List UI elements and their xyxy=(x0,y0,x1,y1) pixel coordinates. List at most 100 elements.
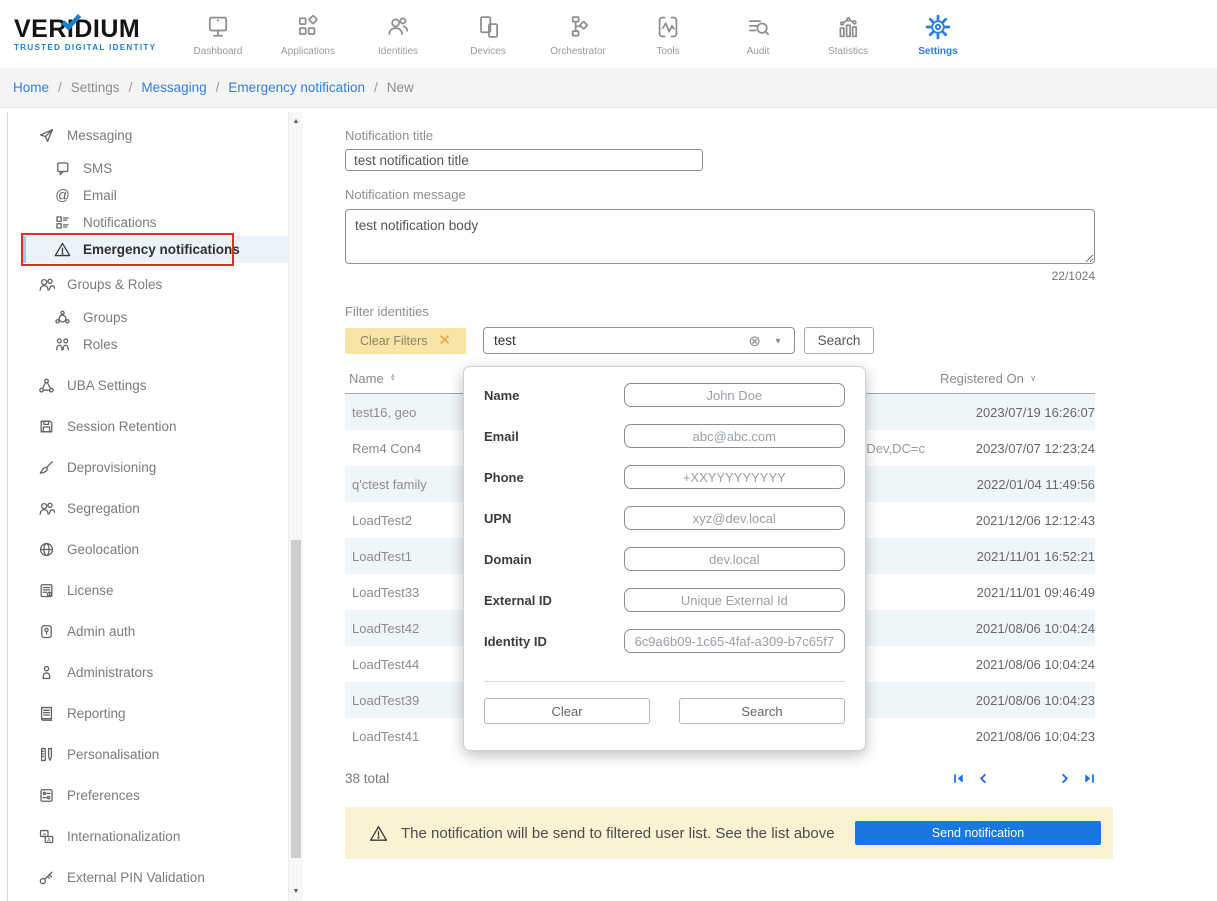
filter-field-input-domain[interactable] xyxy=(623,547,845,571)
panel-actions: Clear Search xyxy=(484,698,845,724)
sidebar: Messaging SMS @ Email Notifications Emer… xyxy=(7,112,303,901)
previous-page-button[interactable] xyxy=(978,773,989,784)
next-page-button[interactable] xyxy=(1059,773,1070,784)
scrollbar-thumb[interactable] xyxy=(291,540,301,858)
sidebar-item-groups[interactable]: Groups xyxy=(8,304,289,331)
breadcrumb: / Home / Settings / Messaging / Emergenc… xyxy=(0,68,1217,108)
translate-icon: жA xyxy=(38,828,55,845)
filter-field-input-email[interactable] xyxy=(623,424,845,448)
clear-filters-chip[interactable]: Clear Filters ✕ xyxy=(345,327,466,354)
filter-field-row: External ID xyxy=(484,588,845,612)
sidebar-item-uba-settings[interactable]: UBA Settings xyxy=(8,372,289,399)
identity-name-cell: LoadTest33 xyxy=(352,584,420,600)
nav-item-label: Applications xyxy=(281,46,335,57)
sidebar-item-reporting[interactable]: Reporting xyxy=(8,700,289,727)
sidebar-item-label: Emergency notifications xyxy=(83,242,240,257)
last-page-button[interactable] xyxy=(1084,773,1095,784)
sidebar-item-license[interactable]: License xyxy=(8,577,289,604)
registered-on-cell: 2021/12/06 12:12:43 xyxy=(975,512,1095,528)
sidebar-item-administrators[interactable]: Administrators xyxy=(8,659,289,686)
sidebar-item-personalisation[interactable]: Personalisation xyxy=(8,741,289,768)
filter-field-input-phone[interactable] xyxy=(623,465,845,489)
clear-filters-label: Clear Filters xyxy=(360,333,428,348)
orchestrator-icon xyxy=(564,11,592,41)
nav-item-devices[interactable]: Devices xyxy=(458,11,518,57)
chip-close-icon[interactable]: ✕ xyxy=(438,333,451,348)
sidebar-scrollbar[interactable]: ▲ ▼ xyxy=(288,112,303,901)
send-notification-button[interactable]: Send notification xyxy=(855,821,1101,845)
sidebar-item-sms[interactable]: SMS xyxy=(8,155,289,182)
filter-field-input-name[interactable] xyxy=(623,383,845,407)
sidebar-item-label: Groups xyxy=(83,310,128,325)
nav-item-dashboard[interactable]: Dashboard xyxy=(188,11,248,57)
identity-name-cell: test16, geo xyxy=(352,404,417,420)
notification-message-textarea[interactable]: test notification body xyxy=(345,209,1095,264)
nav-item-identities[interactable]: Identities xyxy=(368,11,428,57)
registered-on-column-header[interactable]: Registered On ∨ xyxy=(925,371,1095,386)
sidebar-item-admin-auth[interactable]: Admin auth xyxy=(8,618,289,645)
warning-icon xyxy=(369,824,388,843)
nav-item-statistics[interactable]: Statistics xyxy=(818,11,878,57)
nav-item-label: Audit xyxy=(746,46,770,57)
sidebar-item-deprovisioning[interactable]: Deprovisioning xyxy=(8,454,289,481)
identity-name-cell: LoadTest44 xyxy=(352,656,420,672)
breadcrumb-item-home[interactable]: Home xyxy=(13,80,49,95)
name-column-header[interactable]: Name ▲ ▼ xyxy=(345,371,467,386)
sidebar-item-label: Reporting xyxy=(67,706,126,721)
filter-field-input-upn[interactable] xyxy=(623,506,845,530)
filter-field-label-domain: Domain xyxy=(484,551,532,567)
filter-field-input-identity-id[interactable] xyxy=(623,629,845,653)
sidebar-item-label: Email xyxy=(83,188,117,203)
paper-plane-icon xyxy=(38,127,55,144)
audit-icon xyxy=(744,11,772,41)
network-icon xyxy=(38,377,55,394)
sidebar-item-label: Roles xyxy=(83,337,118,352)
sidebar-item-external-pin-validation[interactable]: External PIN Validation xyxy=(8,864,289,891)
sidebar-item-session-retention[interactable]: Session Retention xyxy=(8,413,289,440)
sidebar-item-internationalization[interactable]: жA Internationalization xyxy=(8,823,289,850)
brand-logo[interactable]: VERIDIUM TRUSTED DIGITAL IDENTITY xyxy=(14,13,160,52)
roles-icon xyxy=(54,336,71,353)
filter-field-input-external-id[interactable] xyxy=(623,588,845,612)
sidebar-item-segregation[interactable]: Segregation xyxy=(8,495,289,522)
nav-item-audit[interactable]: Audit xyxy=(728,11,788,57)
identity-filter-panel: Name Email Phone UPN Domain External ID … xyxy=(463,366,866,751)
sidebar-item-notifications[interactable]: Notifications xyxy=(8,209,289,236)
sidebar-item-geolocation[interactable]: Geolocation xyxy=(8,536,289,563)
sidebar-item-groups-roles[interactable]: Groups & Roles xyxy=(8,271,289,298)
sidebar-item-messaging[interactable]: Messaging xyxy=(8,122,289,149)
panel-clear-button[interactable]: Clear xyxy=(484,698,650,724)
person-icon xyxy=(38,664,55,681)
first-page-button[interactable] xyxy=(953,773,964,784)
nav-item-tools[interactable]: Tools xyxy=(638,11,698,57)
sidebar-item-email[interactable]: @ Email xyxy=(8,182,289,209)
breadcrumb-item-emergency-notification[interactable]: Emergency notification xyxy=(228,80,365,95)
panel-search-button[interactable]: Search xyxy=(679,698,845,724)
sidebar-item-emergency-notifications[interactable]: Emergency notifications xyxy=(21,233,289,266)
sidebar-item-label: Segregation xyxy=(67,501,140,516)
character-counter: 22/1024 xyxy=(1051,269,1095,283)
people-icon xyxy=(38,276,55,293)
dropdown-caret-icon[interactable]: ▼ xyxy=(774,336,782,345)
svg-text:A: A xyxy=(47,837,51,843)
sidebar-item-label: Admin auth xyxy=(67,624,136,639)
scrollbar-up-icon[interactable]: ▲ xyxy=(289,118,303,125)
breadcrumb-item-messaging[interactable]: Messaging xyxy=(141,80,206,95)
filter-field-row: Phone xyxy=(484,465,845,489)
scrollbar-down-icon[interactable]: ▼ xyxy=(289,888,303,895)
search-button[interactable]: Search xyxy=(803,327,874,354)
sidebar-item-preferences[interactable]: Preferences xyxy=(8,782,289,809)
registered-on-cell: 2022/01/04 11:49:56 xyxy=(976,476,1095,492)
sort-icon[interactable]: ▲ ▼ xyxy=(390,373,396,383)
nav-item-applications[interactable]: Applications xyxy=(278,11,338,57)
sidebar-item-roles[interactable]: Roles xyxy=(8,331,289,358)
registered-on-cell: 2021/08/06 10:04:23 xyxy=(975,692,1095,708)
breadcrumb-item-new[interactable]: New xyxy=(387,80,414,95)
breadcrumb-item-settings[interactable]: Settings xyxy=(71,80,120,95)
nav-item-settings[interactable]: Settings xyxy=(908,11,968,57)
registered-on-cell: 2023/07/07 12:23:24 xyxy=(975,440,1095,456)
nav-item-orchestrator[interactable]: Orchestrator xyxy=(548,11,608,57)
notification-title-input[interactable] xyxy=(345,149,703,171)
clear-search-icon[interactable]: ⊗ xyxy=(748,332,761,350)
filter-field-label-upn: UPN xyxy=(484,510,512,526)
